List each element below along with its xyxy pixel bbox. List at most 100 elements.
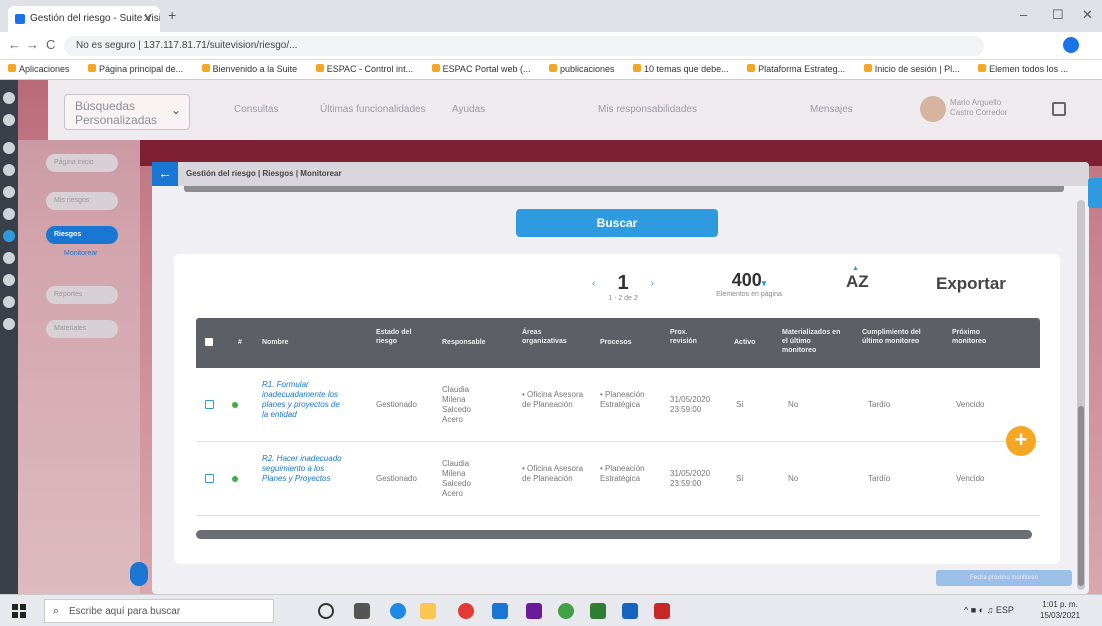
page-range: 1 - 2 de 2 (608, 295, 638, 302)
saved-searches-select[interactable]: Búsquedas Personalizadas ⌄ (64, 94, 190, 130)
config-icon[interactable] (3, 274, 15, 286)
sidebar-item-materiales[interactable]: Materiales (46, 320, 118, 338)
sidebar-item-mis-riesgos[interactable]: Mis riesgos (46, 192, 118, 210)
new-tab-icon[interactable]: + (168, 7, 176, 23)
store-icon[interactable] (492, 603, 508, 619)
minimize-icon[interactable]: – (1020, 7, 1027, 22)
cell-areas: • Oficina Asesora de Planeación (522, 390, 584, 409)
table-row[interactable]: R2. Hacer inadecuado seguimiento a los P… (196, 442, 1040, 516)
row-checkbox[interactable] (205, 400, 214, 409)
user-avatar[interactable] (920, 96, 946, 122)
sidebar: Página inicio Mis riesgos Riesgos Monito… (18, 140, 140, 594)
settings-icon[interactable] (3, 208, 15, 220)
bookmark-item[interactable]: publicaciones (541, 60, 623, 74)
menu-ayudas[interactable]: Ayudas (452, 104, 485, 115)
word-icon[interactable] (622, 603, 638, 619)
home-icon[interactable] (3, 92, 15, 104)
next-page-icon[interactable]: › (651, 278, 654, 289)
document-icon[interactable] (3, 114, 15, 126)
bookmark-item[interactable]: ESPAC - Control int... (308, 60, 421, 74)
col-header-revision[interactable]: Prox. revisión (670, 328, 710, 346)
forward-nav-icon[interactable]: → (26, 37, 39, 52)
tab-close-icon[interactable]: ✕ (143, 12, 152, 25)
bookmark-item[interactable]: Plataforma Estrateg... (739, 60, 853, 74)
database-icon[interactable] (3, 186, 15, 198)
apps-grid-icon[interactable] (1052, 102, 1066, 116)
cortana-icon[interactable] (318, 603, 334, 619)
side-panel-toggle[interactable] (1088, 178, 1102, 208)
windows-start-icon[interactable] (12, 604, 26, 618)
fecha-proximo-monitoreo-button[interactable]: Fecha próximo monitoreo (936, 570, 1072, 586)
bookmark-item[interactable]: Página principal de... (80, 60, 191, 74)
sidebar-item-pagina-inicio[interactable]: Página inicio (46, 154, 118, 172)
list-icon[interactable] (3, 142, 15, 154)
risk-name-link[interactable]: R1. Formular inadecuadamente los planes … (262, 380, 342, 420)
teams-icon[interactable] (526, 603, 542, 619)
risk-module-icon[interactable] (3, 230, 15, 242)
print-icon[interactable] (3, 296, 15, 308)
vertical-scrollbar[interactable] (1077, 200, 1085, 590)
powerpoint-icon[interactable] (654, 603, 670, 619)
select-all-checkbox[interactable] (205, 338, 213, 346)
menu-consultas[interactable]: Consultas (234, 104, 278, 115)
col-header-activo[interactable]: Activo (734, 338, 755, 347)
col-header-procesos[interactable]: Procesos (600, 338, 632, 347)
chart-icon[interactable] (3, 164, 15, 176)
sidebar-item-riesgos[interactable]: Riesgos (46, 226, 118, 244)
risk-name-link[interactable]: R2. Hacer inadecuado seguimiento a los P… (262, 454, 342, 484)
col-header-proximo[interactable]: Próximo monitoreo (952, 328, 1008, 346)
bookmark-item[interactable]: Bienvenido a la Suite (194, 60, 306, 74)
col-header-estado[interactable]: Estado del riesgo (376, 328, 422, 346)
sidebar-item-reportes[interactable]: Reportes (46, 286, 118, 304)
col-header-nombre[interactable]: Nombre (262, 338, 288, 347)
bookmark-item[interactable]: Inicio de sesión | Pl... (856, 60, 968, 74)
browser-tab[interactable]: Gestión del riesgo - Suite Vision ✕ (8, 6, 160, 32)
bookmark-item[interactable]: 10 temas que debe... (625, 60, 737, 74)
file-explorer-icon[interactable] (420, 603, 436, 619)
reload-icon[interactable]: C (46, 37, 55, 52)
col-header-index[interactable]: # (238, 338, 242, 347)
gear-icon[interactable] (3, 252, 15, 264)
chrome-icon[interactable] (458, 603, 474, 619)
collapse-sidebar-button[interactable] (130, 562, 148, 586)
maximize-icon[interactable]: ☐ (1052, 7, 1064, 23)
edge-icon[interactable] (390, 603, 406, 619)
taskbar-search-input[interactable]: ⌕ Escribe aquí para buscar (44, 599, 274, 623)
back-arrow-icon[interactable]: ← (152, 162, 178, 186)
col-header-responsable[interactable]: Responsable (442, 338, 486, 347)
table-row[interactable]: R1. Formular inadecuadamente los planes … (196, 368, 1040, 442)
bookmark-icon (315, 64, 324, 72)
url-input[interactable]: No es seguro | 137.117.81.71/suitevision… (64, 36, 984, 56)
menu-ultimas-funcionalidades[interactable]: Últimas funcionalidades (320, 104, 426, 115)
system-tray[interactable]: ^ ■ ◐ ♫ ESP (964, 605, 1014, 615)
sidebar-link-monitorear[interactable]: Monitorear (64, 250, 97, 257)
per-page-select[interactable]: 400▾ Elementos en página (704, 270, 794, 298)
excel-icon[interactable] (590, 603, 606, 619)
buscar-button[interactable]: Buscar (516, 209, 718, 237)
col-header-areas[interactable]: Áreas organizativas (522, 328, 586, 346)
menu-mensajes[interactable]: Mensajes (810, 104, 853, 115)
add-fab-button[interactable]: + (1006, 426, 1036, 456)
bookmark-icon (633, 64, 642, 72)
horizontal-scrollbar[interactable] (196, 530, 1032, 539)
sort-az-button[interactable]: ▲ AZ (846, 265, 869, 292)
exportar-button[interactable]: Exportar (936, 274, 1006, 294)
bookmark-icon (431, 64, 440, 72)
chrome-profile-icon[interactable] (558, 603, 574, 619)
task-view-icon[interactable] (354, 603, 370, 619)
menu-mis-responsabilidades[interactable]: Mis responsabilidades (598, 104, 697, 115)
bookmark-item[interactable]: ESPAC Portal web (... (424, 60, 539, 74)
trash-icon[interactable] (3, 318, 15, 330)
scroll-thumb[interactable] (1078, 406, 1084, 586)
window-close-icon[interactable]: ✕ (1082, 7, 1093, 23)
per-page-caret-icon: ▾ (761, 278, 767, 288)
bookmark-item[interactable]: Elemen todos los ... (970, 60, 1076, 74)
back-nav-icon[interactable]: ← (8, 37, 21, 52)
row-checkbox[interactable] (205, 474, 214, 483)
clock[interactable]: 1:01 p. m. 15/03/2021 (1040, 599, 1080, 621)
col-header-materializados[interactable]: Materializados en el último monitoreo (782, 328, 844, 355)
profile-avatar-icon[interactable] (1063, 37, 1079, 53)
prev-page-icon[interactable]: ‹ (592, 278, 595, 289)
col-header-cumplimiento[interactable]: Cumplimiento del último monitoreo (862, 328, 924, 346)
bookmark-item[interactable]: Aplicaciones (0, 60, 78, 74)
